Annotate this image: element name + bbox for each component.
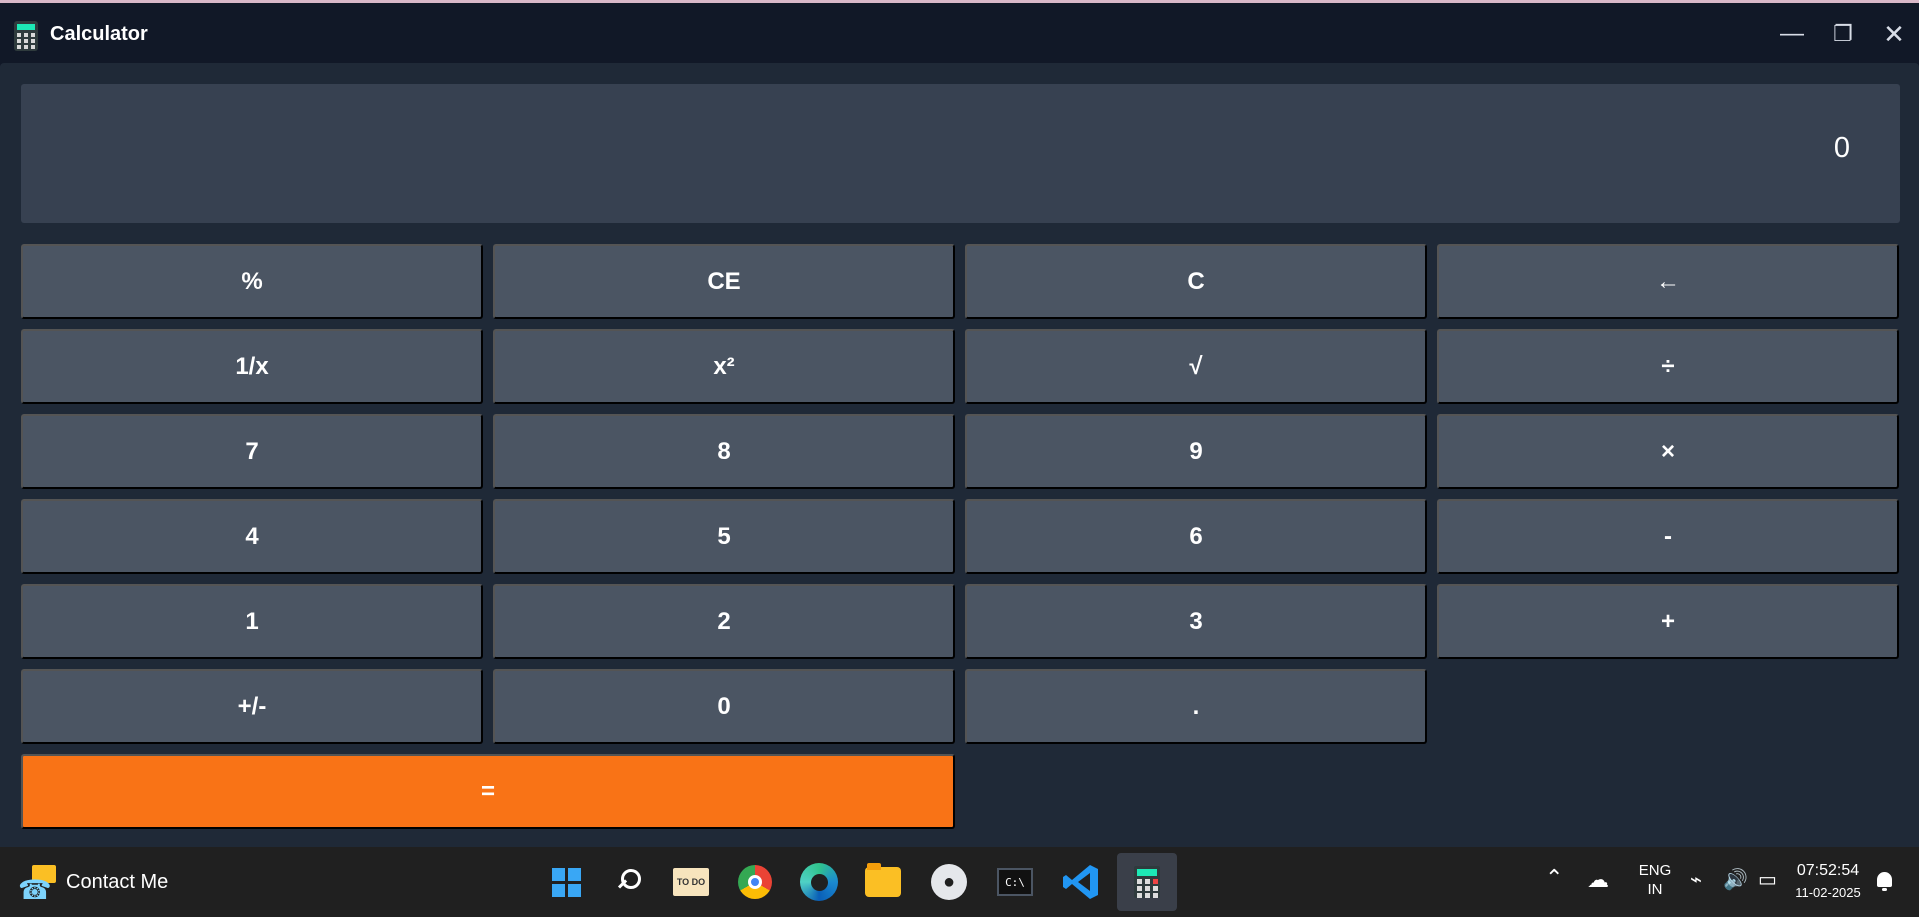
three-button[interactable]: 3	[965, 584, 1427, 659]
github-icon[interactable]: ●	[927, 860, 971, 904]
calculator-panel: 0 % CE C ← 1/x x² √ ÷ 7 8 9 × 4 5 6 - 1 …	[0, 63, 1919, 847]
calculator-taskbar-icon[interactable]	[1117, 853, 1177, 911]
clock[interactable]: 07:52:54 11-02-2025	[1793, 860, 1863, 904]
display-value: 0	[1833, 132, 1850, 164]
language-indicator[interactable]: ENG IN	[1633, 861, 1677, 899]
terminal-icon[interactable]: C:\	[993, 860, 1037, 904]
backspace-button[interactable]: ←	[1437, 244, 1899, 319]
one-button[interactable]: 1	[21, 584, 483, 659]
calculator-display: 0	[21, 84, 1900, 223]
percent-button[interactable]: %	[21, 244, 483, 319]
chrome-icon[interactable]	[733, 860, 777, 904]
four-button[interactable]: 4	[21, 499, 483, 574]
notification-icon[interactable]	[1874, 871, 1896, 893]
calculator-icon	[14, 21, 38, 51]
edge-icon[interactable]	[797, 860, 841, 904]
chevron-up-icon[interactable]: ⌃	[1545, 865, 1563, 891]
plus-button[interactable]: +	[1437, 584, 1899, 659]
five-button[interactable]: 5	[493, 499, 955, 574]
cloud-icon[interactable]: ☁	[1587, 867, 1609, 893]
title-bar: Calculator — ❐ ✕	[0, 3, 1919, 63]
search-icon[interactable]	[608, 860, 652, 904]
file-explorer-icon[interactable]	[861, 860, 905, 904]
volume-icon[interactable]: 🔊	[1723, 867, 1748, 892]
square-root-button[interactable]: √	[965, 329, 1427, 404]
vscode-icon[interactable]	[1059, 860, 1103, 904]
divide-button[interactable]: ÷	[1437, 329, 1899, 404]
square-button[interactable]: x²	[493, 329, 955, 404]
window-title: Calculator	[50, 23, 148, 45]
equals-button[interactable]: =	[21, 754, 955, 829]
decimal-button[interactable]: .	[965, 669, 1427, 744]
clear-entry-button[interactable]: CE	[493, 244, 955, 319]
battery-icon[interactable]: ▭	[1758, 867, 1777, 892]
negate-button[interactable]: +/-	[21, 669, 483, 744]
taskbar: ☎ Contact Me TO DO ● C:\ ⌃ ☁ ENG IN ⌁ 🔊 …	[0, 847, 1919, 917]
minus-button[interactable]: -	[1437, 499, 1899, 574]
contact-widget[interactable]: ☎ Contact Me	[18, 865, 169, 905]
contact-icon: ☎	[18, 865, 56, 905]
multiply-button[interactable]: ×	[1437, 414, 1899, 489]
close-button[interactable]: ✕	[1877, 17, 1911, 51]
minimize-button[interactable]: —	[1775, 17, 1809, 51]
zero-button[interactable]: 0	[493, 669, 955, 744]
two-button[interactable]: 2	[493, 584, 955, 659]
todo-icon[interactable]: TO DO	[669, 860, 713, 904]
maximize-button[interactable]: ❐	[1826, 17, 1860, 51]
six-button[interactable]: 6	[965, 499, 1427, 574]
reciprocal-button[interactable]: 1/x	[21, 329, 483, 404]
seven-button[interactable]: 7	[21, 414, 483, 489]
windows-icon[interactable]	[544, 860, 588, 904]
eight-button[interactable]: 8	[493, 414, 955, 489]
clear-button[interactable]: C	[965, 244, 1427, 319]
nine-button[interactable]: 9	[965, 414, 1427, 489]
contact-label: Contact Me	[66, 870, 169, 893]
wifi-icon[interactable]: ⌁	[1690, 867, 1702, 892]
